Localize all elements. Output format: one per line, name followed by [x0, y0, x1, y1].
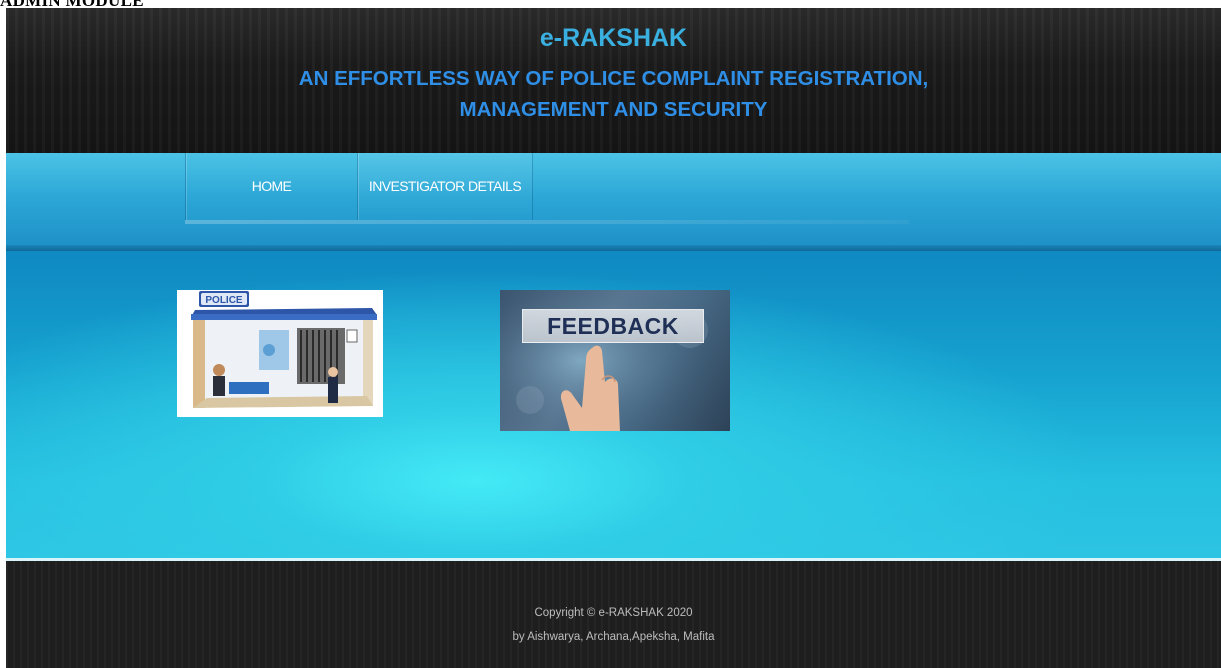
- main-navigation: HOME INVESTIGATOR DETAILS: [6, 153, 1221, 251]
- police-sign-label: POLICE: [205, 295, 243, 306]
- tagline-line-2: MANAGEMENT AND SECURITY: [459, 98, 768, 121]
- feedback-tile[interactable]: FEEDBACK: [500, 290, 730, 431]
- site-footer: Copyright © e-RAKSHAK 2020 by Aishwarya,…: [6, 561, 1221, 668]
- site-tagline: AN EFFORTLESS WAY OF POLICE COMPLAINT RE…: [6, 63, 1221, 125]
- tagline-line-1: AN EFFORTLESS WAY OF POLICE COMPLAINT RE…: [298, 67, 929, 90]
- feedback-label: FEEDBACK: [522, 309, 704, 343]
- footer-copyright: Copyright © e-RAKSHAK 2020: [534, 607, 693, 619]
- nav-home-link[interactable]: HOME: [185, 153, 357, 220]
- nav-investigator-details-link[interactable]: INVESTIGATOR DETAILS: [357, 153, 533, 220]
- police-station-icon: POLICE: [191, 291, 377, 408]
- footer-credits: by Aishwarya, Archana,Apeksha, Mafita: [512, 631, 715, 643]
- site-header: e-RAKSHAK AN EFFORTLESS WAY OF POLICE CO…: [6, 8, 1221, 153]
- site-title: e-RAKSHAK: [539, 24, 688, 52]
- police-station-tile[interactable]: POLICE: [177, 290, 383, 417]
- nav-highlight-strip: [185, 220, 909, 224]
